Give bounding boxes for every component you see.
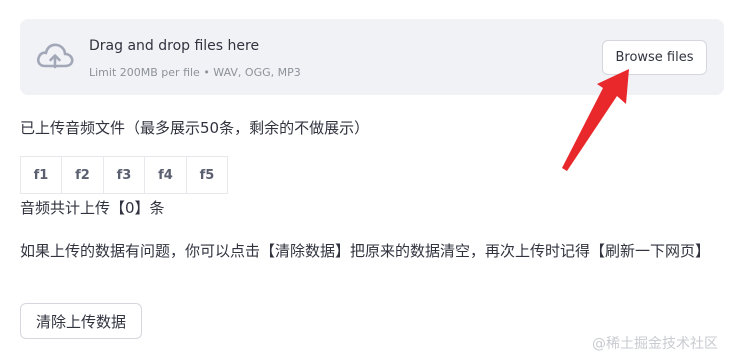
cloud-upload-icon bbox=[36, 43, 74, 69]
upload-count-text: 音频共计上传【0】条 bbox=[20, 199, 165, 217]
dropzone-title: Drag and drop files here bbox=[89, 38, 260, 54]
column-header-f4: f4 bbox=[145, 157, 187, 194]
uploaded-table-header: f1 f2 f3 f4 f5 bbox=[20, 156, 228, 194]
column-header-f1: f1 bbox=[21, 157, 62, 194]
dropzone-limit-text: Limit 200MB per file • WAV, OGG, MP3 bbox=[89, 66, 301, 79]
uploaded-files-heading: 已上传音频文件（最多展示50条，剩余的不做展示） bbox=[20, 119, 370, 137]
watermark: @稀土掘金技术社区 bbox=[592, 336, 718, 352]
browse-files-button[interactable]: Browse files bbox=[602, 40, 707, 75]
notice-text: 如果上传的数据有问题，你可以点击【清除数据】把原来的数据清空，再次上传时记得【刷… bbox=[20, 242, 711, 260]
file-dropzone[interactable]: Drag and drop files here Limit 200MB per… bbox=[20, 19, 724, 95]
column-header-f5: f5 bbox=[187, 157, 228, 194]
column-header-f3: f3 bbox=[104, 157, 145, 194]
clear-data-button[interactable]: 清除上传数据 bbox=[20, 303, 142, 339]
column-header-f2: f2 bbox=[62, 157, 104, 194]
